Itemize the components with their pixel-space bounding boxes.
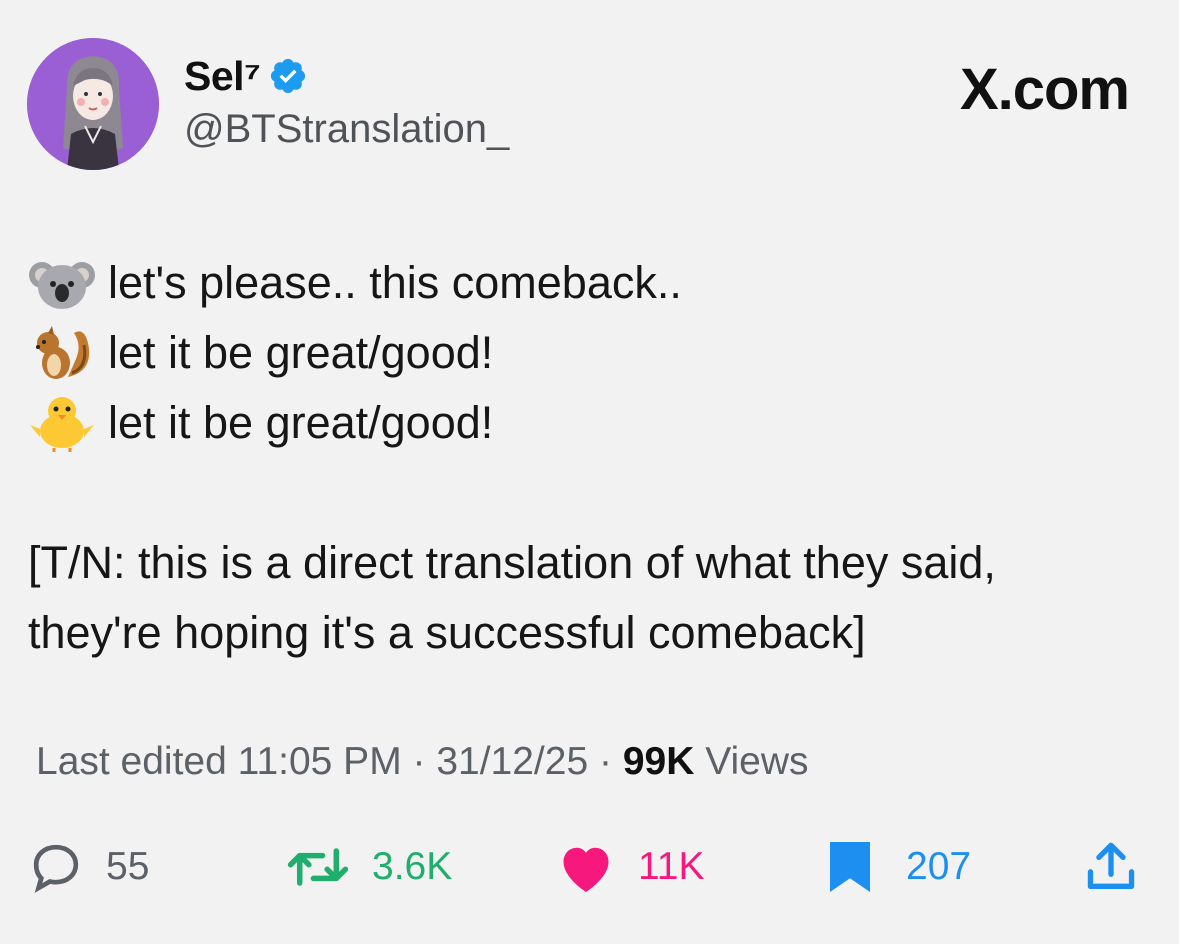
views-label: Views	[694, 740, 809, 783]
author-name-row[interactable]: Sel⁷	[184, 52, 308, 100]
koala-icon	[29, 262, 95, 309]
brand-logo: X.com	[959, 57, 1130, 122]
tweet-meta: Last edited 11:05 PM · 31/12/25 · 99K Vi…	[36, 740, 809, 784]
verified-badge-icon	[271, 58, 306, 94]
avatar[interactable]	[27, 38, 159, 170]
repost-button[interactable]: 3.6K	[286, 832, 452, 902]
display-name[interactable]: Sel⁷	[184, 53, 261, 100]
bookmark-button[interactable]: 207	[824, 832, 971, 902]
reply-button[interactable]: 55	[28, 832, 149, 902]
tweet-line: let it be great/good!	[28, 388, 1158, 458]
repost-icon	[287, 848, 349, 886]
tweet-body: let's please.. this comeback.. let it be…	[28, 248, 1158, 668]
repost-count: 3.6K	[372, 845, 453, 888]
translator-note-line: they're hoping it's a successful comebac…	[28, 607, 866, 658]
chipmunk-icon	[36, 326, 90, 379]
bookmark-icon	[830, 842, 870, 892]
like-button[interactable]: 11K	[556, 832, 705, 902]
reply-icon	[33, 844, 79, 893]
bookmark-count: 207	[906, 845, 972, 888]
author-handle[interactable]: @BTStranslation_	[184, 107, 509, 152]
edited-timestamp[interactable]: Last edited 11:05 PM · 31/12/25	[36, 740, 588, 783]
translator-note-line: [T/N: this is a direct translation of wh…	[28, 537, 996, 588]
tweet-line-text: let it be great/good!	[108, 397, 494, 448]
tweet-line-text: let it be great/good!	[108, 327, 494, 378]
heart-icon	[563, 847, 609, 892]
share-button[interactable]	[1082, 832, 1140, 902]
translator-note: [T/N: this is a direct translation of wh…	[28, 528, 1158, 668]
views-count: 99K	[622, 740, 695, 783]
tweet-card: Sel⁷ @BTStranslation_ X.com let's please…	[0, 0, 1179, 944]
share-icon	[1087, 842, 1135, 889]
meta-separator: ·	[588, 740, 623, 783]
reply-count: 55	[106, 845, 150, 888]
action-bar: 55 3.6K 11K 207	[28, 832, 1148, 902]
baby-chick-icon	[30, 397, 94, 452]
tweet-line: let's please.. this comeback..	[28, 248, 1158, 318]
like-count: 11K	[638, 845, 705, 888]
tweet-line: let it be great/good!	[28, 318, 1158, 388]
tweet-line-text: let's please.. this comeback..	[108, 257, 682, 308]
